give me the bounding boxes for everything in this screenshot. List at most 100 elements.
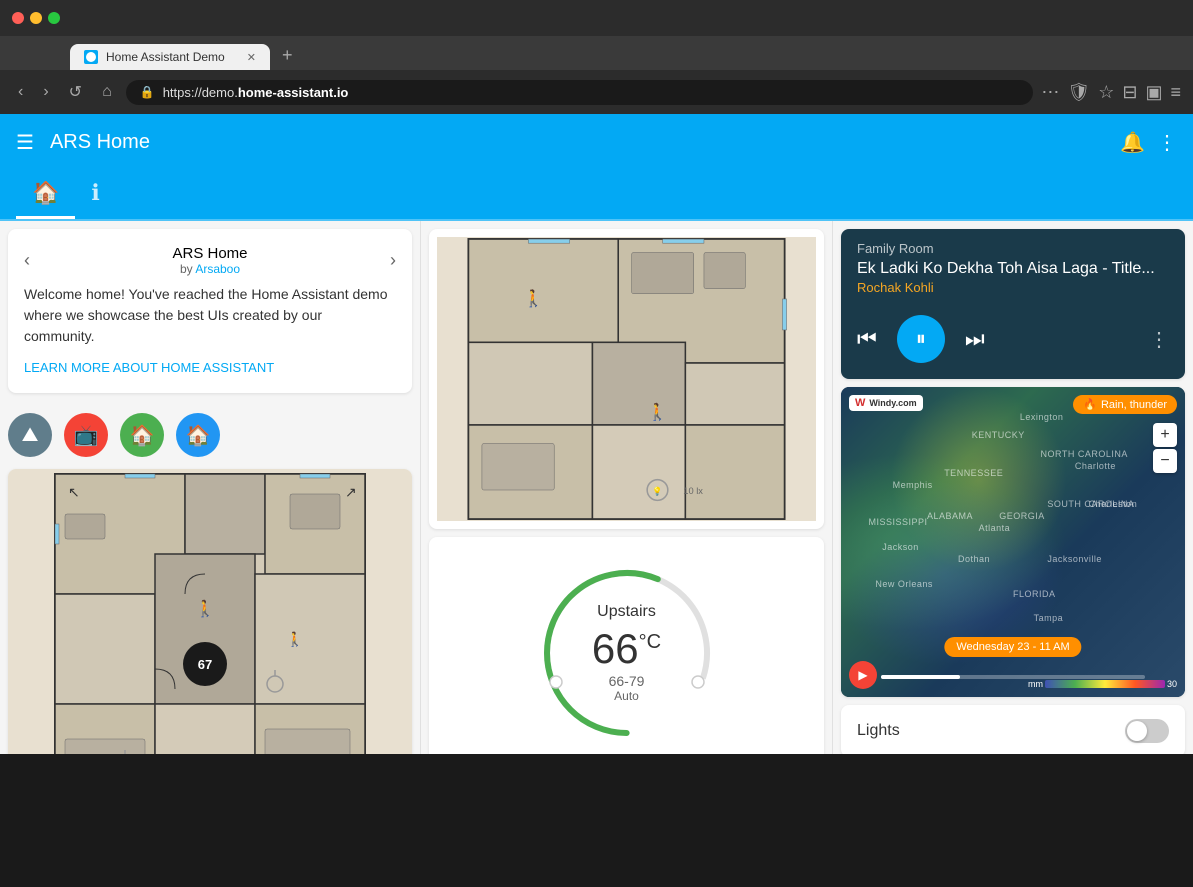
extensions-icon[interactable]: ⋯	[1041, 82, 1059, 103]
menu-icon[interactable]: ≡	[1170, 82, 1181, 103]
traffic-lights	[12, 12, 60, 24]
tab-info[interactable]: ℹ	[75, 170, 115, 219]
weather-place-georgia: GEORGIA	[999, 511, 1045, 521]
weather-zoom-out-button[interactable]: −	[1153, 449, 1177, 473]
forward-button[interactable]: ›	[37, 79, 54, 105]
thermostat-info: Upstairs 66°C 66-79 Auto	[445, 603, 808, 703]
tab-favicon	[84, 50, 98, 64]
media-more-button[interactable]: ⋮	[1149, 327, 1169, 352]
icon-tv[interactable]: 📺	[64, 413, 108, 457]
media-room: Family Room	[841, 229, 1185, 260]
weather-scale: mm 30	[1028, 679, 1177, 689]
weather-place-atlanta: Atlanta	[979, 523, 1011, 533]
svg-text:10 lx: 10 lx	[683, 486, 703, 496]
thermostat-mode: Auto	[445, 689, 808, 703]
maximize-window-button[interactable]	[48, 12, 60, 24]
weather-condition-badge: 🔥 Rain, thunder	[1073, 395, 1177, 414]
weather-place-tennessee: TENNESSEE	[944, 468, 1003, 478]
svg-text:💡: 💡	[652, 486, 662, 496]
new-tab-button[interactable]: +	[274, 41, 301, 70]
main-content: ‹ ARS Home by Arsaboo › Welcome home! Yo…	[0, 221, 1193, 754]
weather-place-tampa: Tampa	[1034, 613, 1064, 623]
thermostat-temp-display: 66°C	[445, 625, 808, 673]
floorplan-svg-upper: 🚶 🚶 💡 10 lx	[437, 237, 816, 521]
svg-text:🚶: 🚶	[195, 599, 215, 618]
weather-scale-bar	[1045, 680, 1165, 688]
address-bar-row: ‹ › ↺ ⌂ 🔒 https://demo.home-assistant.io…	[0, 70, 1193, 114]
minimize-window-button[interactable]	[30, 12, 42, 24]
weather-logo-text: Windy.com	[869, 398, 916, 408]
library-icon[interactable]: ⊟	[1122, 82, 1137, 103]
weather-play-button[interactable]: ▶	[849, 661, 877, 689]
svg-text:🚶: 🚶	[647, 403, 668, 422]
address-bar[interactable]: 🔒 https://demo.home-assistant.io	[126, 80, 1034, 105]
media-card: Family Room Ek Ladki Ko Dekha Toh Aisa L…	[841, 229, 1185, 379]
prev-card-button[interactable]: ‹	[24, 250, 30, 271]
bookmark-icon[interactable]: ☆	[1098, 82, 1114, 103]
app-header: ☰ ARS Home 🔔 ⋮	[0, 114, 1193, 170]
hamburger-menu-icon[interactable]: ☰	[16, 130, 34, 155]
home-button[interactable]: ⌂	[96, 79, 118, 105]
left-panel: ‹ ARS Home by Arsaboo › Welcome home! Yo…	[0, 221, 420, 754]
middle-panel: 🚶 🚶 💡 10 lx	[420, 221, 833, 754]
weather-slider-fill	[881, 675, 960, 679]
browser-actions: ⋯ 🛡 ☆ ⊟ ▣ ≡	[1041, 82, 1181, 103]
tab-close-button[interactable]: ✕	[247, 51, 256, 64]
svg-text:🚶: 🚶	[523, 289, 544, 308]
toggle-knob	[1127, 721, 1147, 741]
author-link[interactable]: Arsaboo	[195, 262, 240, 276]
lights-label: Lights	[857, 722, 900, 740]
tab-home[interactable]: 🏠	[16, 170, 75, 219]
media-pause-button[interactable]: ⏸	[897, 315, 945, 363]
header-more-icon[interactable]: ⋮	[1157, 130, 1177, 155]
browser-tab[interactable]: Home Assistant Demo ✕	[70, 44, 270, 70]
weather-zoom-controls: + −	[1153, 423, 1177, 473]
icon-home-green[interactable]: 🏠	[120, 413, 164, 457]
thermostat-location: Upstairs	[445, 603, 808, 621]
app-title: ARS Home	[50, 131, 1104, 154]
right-panel: Family Room Ek Ladki Ko Dekha Toh Aisa L…	[833, 221, 1193, 754]
welcome-card: ‹ ARS Home by Arsaboo › Welcome home! Yo…	[8, 229, 412, 393]
weather-place-florida: FLORIDA	[1013, 589, 1056, 599]
learn-more-link[interactable]: LEARN MORE ABOUT HOME ASSISTANT	[24, 360, 274, 375]
close-window-button[interactable]	[12, 12, 24, 24]
weather-zoom-in-button[interactable]: +	[1153, 423, 1177, 447]
lights-toggle[interactable]	[1125, 719, 1169, 743]
reload-button[interactable]: ↺	[63, 78, 88, 106]
welcome-author: by Arsaboo	[172, 262, 247, 276]
notification-bell-icon[interactable]: 🔔	[1120, 130, 1145, 155]
weather-place-alabama: ALABAMA	[927, 511, 973, 521]
media-artist: Rochak Kohli	[841, 280, 1185, 307]
svg-text:↗: ↗	[345, 484, 357, 500]
weather-place-nc: NORTH CAROLINA	[1041, 449, 1128, 459]
sidebar-icon[interactable]: ▣	[1145, 82, 1162, 103]
tab-bar: Home Assistant Demo ✕ +	[0, 36, 1193, 70]
svg-text:67: 67	[198, 657, 212, 672]
author-prefix: by	[180, 262, 195, 276]
icon-home-blue[interactable]: 🏠	[176, 413, 220, 457]
media-next-button[interactable]: ⏭	[965, 326, 985, 352]
weather-timeline-slider[interactable]	[881, 675, 1145, 679]
weather-place-charleston: Charleston	[1089, 499, 1138, 509]
media-controls: ⏮ ⏸ ⏭ ⋮	[841, 307, 1185, 379]
next-card-button[interactable]: ›	[390, 250, 396, 271]
icon-mountain[interactable]: ⛰	[8, 413, 52, 457]
weather-place-charlotte: Charlotte	[1075, 461, 1116, 471]
weather-condition-text: Rain, thunder	[1101, 399, 1167, 411]
weather-place-dothan: Dothan	[958, 554, 990, 564]
weather-place-jackson: Jackson	[882, 542, 919, 552]
thermostat-temp-value: 66	[592, 625, 639, 672]
welcome-card-header: ‹ ARS Home by Arsaboo ›	[24, 245, 396, 276]
weather-place-lexington: Lexington	[1020, 412, 1064, 422]
welcome-title: ARS Home	[172, 245, 247, 262]
header-actions: 🔔 ⋮	[1120, 130, 1177, 155]
url-display: https://demo.home-assistant.io	[163, 85, 349, 100]
weather-place-memphis: Memphis	[893, 480, 933, 490]
back-button[interactable]: ‹	[12, 79, 29, 105]
app: ☰ ARS Home 🔔 ⋮ 🏠 ℹ ‹ ARS Home by Arsaboo	[0, 114, 1193, 754]
media-prev-button[interactable]: ⏮	[857, 326, 877, 352]
shield-icon[interactable]: 🛡	[1067, 82, 1090, 103]
thermostat-inner: Upstairs 66°C 66-79 Auto ↻ ❄ 🔥 ⏻	[445, 553, 808, 754]
floorplan-upper-card: 🚶 🚶 💡 10 lx	[429, 229, 824, 529]
svg-text:↖: ↖	[68, 484, 80, 500]
